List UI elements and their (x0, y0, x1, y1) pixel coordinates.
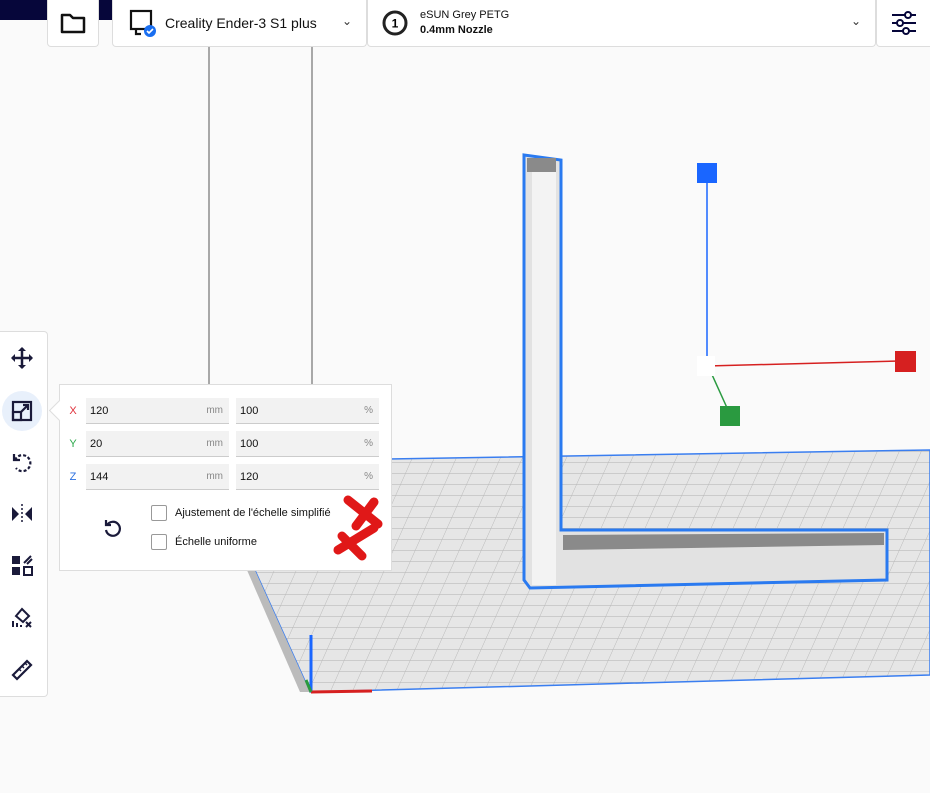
move-icon (11, 347, 33, 369)
depth-mm-input[interactable]: 20 mm (86, 431, 229, 457)
nozzle-size: 0.4mm Nozzle (420, 24, 493, 36)
reset-icon (104, 520, 121, 537)
chevron-down-icon: ⌄ (850, 14, 861, 28)
scale-icon (11, 400, 33, 422)
origin-x-axis (310, 689, 373, 694)
ruler-icon (11, 659, 33, 681)
axis-label-z: Z (69, 471, 77, 483)
annotation-cross-marks (333, 495, 383, 561)
material-name: eSUN Grey PETG (420, 9, 510, 21)
reset-scale-button[interactable] (102, 517, 124, 544)
per-model-settings-icon (12, 555, 33, 576)
mirror-tool-button[interactable] (2, 494, 42, 534)
print-settings-button[interactable] (876, 0, 930, 47)
measure-tool-button[interactable] (2, 650, 42, 690)
scale-row-z: Z 144 mm 120% (60, 464, 386, 490)
height-percent-input[interactable]: 120% (236, 464, 379, 490)
axis-label-y: Y (69, 438, 77, 450)
gizmo-center (697, 356, 715, 376)
width-percent-input[interactable]: 100% (236, 398, 379, 424)
snap-scaling-checkbox[interactable]: Ajustement de l'échelle simplifié (151, 505, 331, 521)
chevron-down-icon: ⌄ (341, 14, 352, 28)
printer-connected-icon (129, 9, 156, 37)
per-model-settings-button[interactable] (2, 546, 42, 586)
transform-gizmo[interactable] (697, 163, 916, 426)
svg-text:1: 1 (392, 17, 399, 31)
support-blocker-button[interactable] (2, 598, 42, 638)
axis-label-x: X (69, 405, 77, 417)
material-selector[interactable]: 1 eSUN Grey PETG 0.4mm Nozzle ⌄ (367, 0, 876, 47)
gizmo-x-handle (895, 351, 916, 372)
scale-row-y: Y 20 mm 100% (60, 431, 386, 457)
printer-name: Creality Ender-3 S1 plus (165, 15, 317, 31)
scale-tool-button[interactable] (2, 391, 42, 431)
gizmo-y-handle (720, 406, 740, 426)
depth-percent-input[interactable]: 100% (236, 431, 379, 457)
open-file-button[interactable] (47, 0, 99, 47)
rotate-icon (12, 454, 32, 473)
width-mm-input[interactable]: 120 mm (86, 398, 229, 424)
sliders-icon (892, 11, 916, 35)
uniform-scaling-checkbox[interactable]: Échelle uniforme (151, 534, 257, 550)
scale-row-x: X 120 mm 100% (60, 398, 386, 424)
printer-selector[interactable]: Creality Ender-3 S1 plus ⌄ (112, 0, 367, 47)
tool-bar (0, 331, 48, 697)
gizmo-z-handle (697, 163, 717, 183)
folder-icon (60, 13, 86, 34)
support-blocker-icon (12, 607, 32, 628)
mirror-icon (12, 504, 32, 524)
move-tool-button[interactable] (2, 338, 42, 378)
rotate-tool-button[interactable] (2, 442, 42, 482)
extruder-icon: 1 (382, 10, 408, 36)
height-mm-input[interactable]: 144 mm (86, 464, 229, 490)
